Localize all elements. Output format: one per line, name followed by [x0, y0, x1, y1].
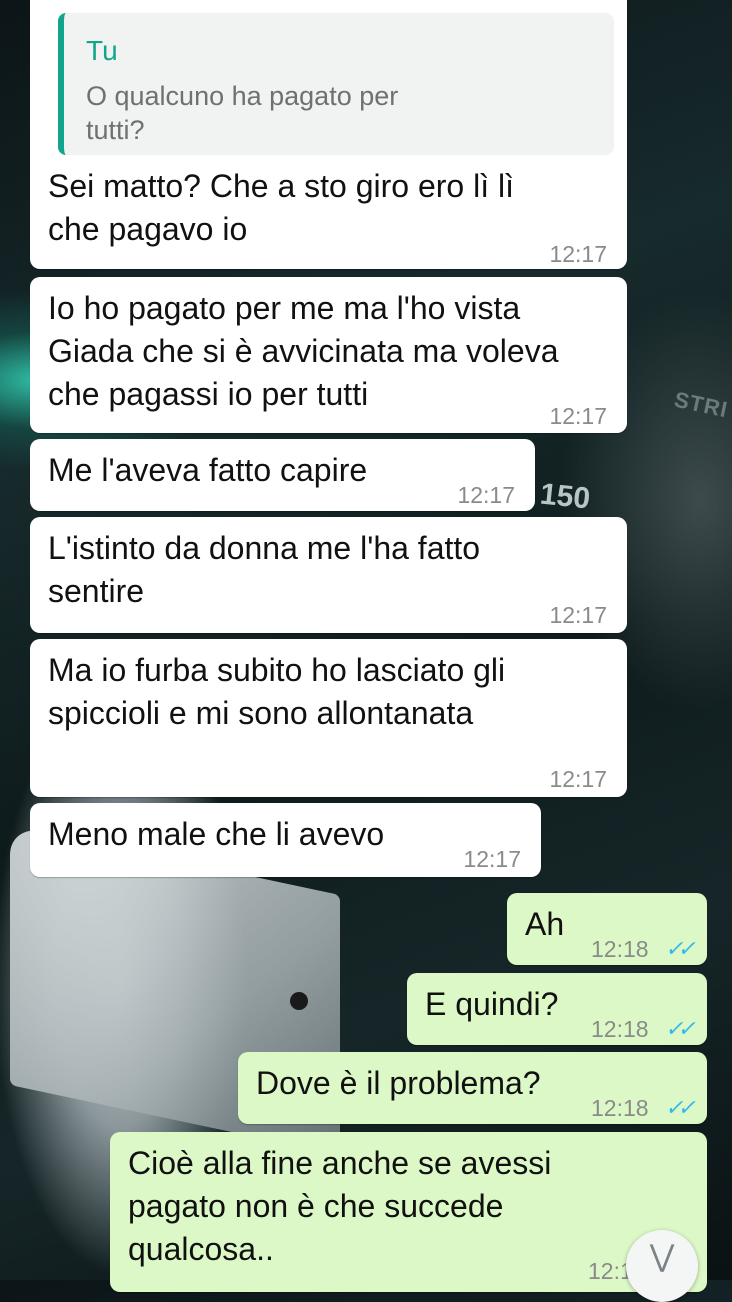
- background-text: 150: [538, 477, 592, 516]
- double-chevron-down-icon: ⋁: [649, 1240, 675, 1273]
- quoted-reply[interactable]: Tu O qualcuno ha pagato per tutti?: [58, 13, 614, 155]
- message-bubble-outgoing[interactable]: Cioè alla fine anche se avessi pagato no…: [110, 1132, 707, 1292]
- read-ticks-icon: ✓✓: [665, 936, 696, 961]
- background-text: STRI: [671, 386, 731, 423]
- message-bubble-outgoing[interactable]: Dove è il problema? 12:18 ✓✓: [238, 1052, 707, 1124]
- message-bubble-incoming[interactable]: Io ho pagato per me ma l'ho vista Giada …: [30, 277, 627, 433]
- message-text: Io ho pagato per me ma l'ho vista Giada …: [48, 290, 559, 412]
- message-text: Sei matto? Che a sto giro ero lì lì che …: [48, 168, 514, 247]
- message-bubble-outgoing[interactable]: E quindi? 12:18 ✓✓: [407, 973, 707, 1045]
- message-time: 12:18: [591, 936, 649, 962]
- message-text: Cioè alla fine anche se avessi pagato no…: [128, 1145, 552, 1267]
- message-text: Me l'aveva fatto capire: [48, 452, 368, 488]
- message-bubble-incoming[interactable]: L'istinto da donna me l'ha fatto sentire…: [30, 517, 627, 633]
- quoted-author: Tu: [86, 35, 118, 66]
- message-text: L'istinto da donna me l'ha fatto sentire: [48, 530, 481, 609]
- message-text: Dove è il problema?: [256, 1065, 541, 1101]
- message-time: 12:18: [591, 1016, 649, 1042]
- message-time: 12:18: [591, 1095, 649, 1121]
- quoted-text: O qualcuno ha pagato per tutti?: [86, 81, 399, 145]
- message-bubble-incoming[interactable]: Me l'aveva fatto capire 12:17: [30, 439, 535, 511]
- background-dot: [290, 992, 308, 1010]
- message-text: Meno male che li avevo: [48, 816, 385, 852]
- message-time: 12:17: [457, 482, 515, 508]
- read-ticks-icon: ✓✓: [665, 1095, 696, 1120]
- scroll-to-bottom-button[interactable]: ⋁: [626, 1230, 698, 1302]
- message-time: 12:17: [463, 846, 521, 872]
- message-bubble-incoming[interactable]: Ma io furba subito ho lasciato gli spicc…: [30, 639, 627, 797]
- message-time: 12:17: [549, 602, 607, 628]
- message-text: E quindi?: [425, 986, 559, 1022]
- message-bubble-incoming[interactable]: Meno male che li avevo 12:17: [30, 803, 541, 877]
- message-bubble-incoming[interactable]: Tu O qualcuno ha pagato per tutti? Sei m…: [30, 0, 627, 269]
- read-ticks-icon: ✓✓: [665, 1016, 696, 1041]
- message-time: 12:17: [549, 766, 607, 792]
- message-time: 12:17: [549, 403, 607, 429]
- message-text: Ah: [525, 906, 565, 942]
- message-bubble-outgoing[interactable]: Ah 12:18 ✓✓: [507, 893, 707, 965]
- message-text: Ma io furba subito ho lasciato gli spicc…: [48, 652, 506, 731]
- message-time: 12:17: [549, 241, 607, 267]
